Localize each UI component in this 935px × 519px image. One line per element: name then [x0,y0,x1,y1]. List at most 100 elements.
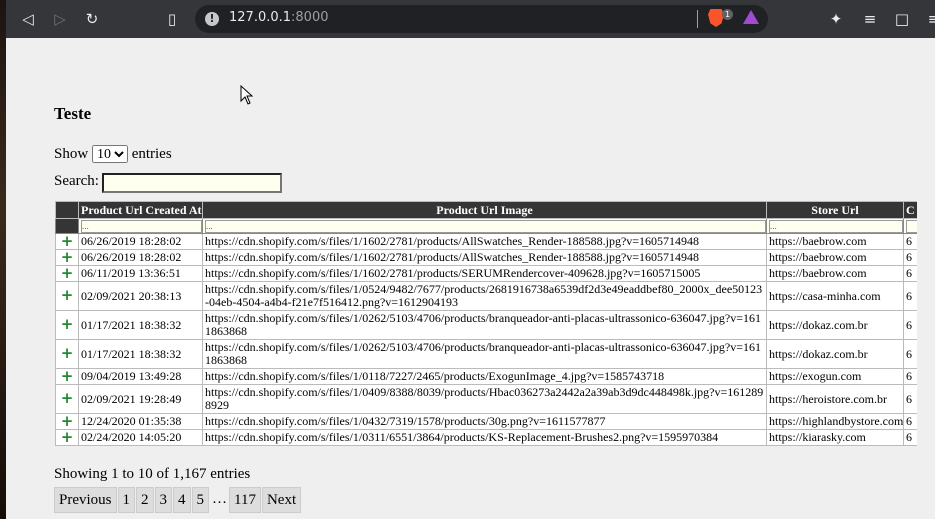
c-cell: 6 [903,265,917,282]
entries-per-page-select[interactable]: 10 [91,145,128,163]
expand-plus-icon[interactable]: + [60,317,74,332]
data-table-wrapper: Product Url Created At Product Url Image… [55,201,917,464]
extensions-icon[interactable]: ✦ [826,9,846,29]
browser-toolbar: ◁ ▷ ↻ ▯ ! 127.0.0.1:8000 1 ✦ ≡ □ ≡ [0,0,935,38]
table-row: + 06/26/2019 18:28:02 https://cdn.shopif… [55,249,917,266]
expand-cell[interactable]: + [55,339,79,369]
store-url-cell: https://highlandbystore.com [766,413,904,430]
column-header-created-at[interactable]: Product Url Created At [78,201,203,219]
expand-plus-icon[interactable]: + [60,267,74,281]
url-text[interactable]: 127.0.0.1:8000 [229,10,329,25]
image-url-cell: https://cdn.shopify.com/s/files/1/1602/2… [202,265,767,282]
data-table: Product Url Created At Product Url Image… [55,201,917,446]
column-header-image[interactable]: Product Url Image [202,201,767,219]
table-row: + 02/09/2021 19:28:49 https://cdn.shopif… [55,384,917,414]
filter-cell-image[interactable]: ... [202,218,767,234]
address-bar[interactable]: ! 127.0.0.1:8000 [195,5,768,33]
created-at-cell: 02/24/2020 14:05:20 [78,429,203,446]
search-label: Search: [54,173,99,189]
c-cell: 6 [903,429,917,446]
filter-cell-control [55,218,79,234]
table-filter-row: ... ... ... [55,218,917,234]
expand-plus-icon[interactable]: + [60,391,74,406]
length-label: Show [54,146,89,162]
image-url-cell: https://cdn.shopify.com/s/files/1/0262/5… [202,339,767,369]
expand-cell[interactable]: + [55,429,79,446]
expand-cell[interactable]: + [55,281,79,311]
table-info: Showing 1 to 10 of 1,167 entries [54,466,251,482]
filter-input-image[interactable]: ... [205,219,766,233]
bookmark-icon[interactable]: ▯ [162,9,182,29]
c-cell: 6 [903,249,917,266]
image-url-cell: https://cdn.shopify.com/s/files/1/0118/7… [202,368,767,385]
table-row: + 06/26/2019 18:28:02 https://cdn.shopif… [55,233,917,250]
page-button-last[interactable]: 117 [229,487,261,513]
expand-plus-icon[interactable]: + [60,288,74,303]
previous-button[interactable]: Previous [54,487,117,513]
image-url-cell: https://cdn.shopify.com/s/files/1/0262/5… [202,310,767,340]
expand-cell[interactable]: + [55,249,79,266]
expand-cell[interactable]: + [55,265,79,282]
desktop-edge [0,0,6,519]
media-queue-icon[interactable]: ≡ [860,9,880,29]
brave-rewards-icon[interactable] [743,10,759,24]
expand-plus-icon[interactable]: + [60,251,74,265]
store-url-cell: https://heroistore.com.br [766,384,904,414]
pagination-ellipsis: … [212,491,227,507]
created-at-cell: 06/26/2019 18:28:02 [78,249,203,266]
table-row: + 01/17/2021 18:38:32 https://cdn.shopif… [55,339,917,369]
menu-icon[interactable]: ≡ [924,9,935,29]
expand-cell[interactable]: + [55,310,79,340]
url-port: :8000 [291,10,329,25]
column-header-store-url[interactable]: Store Url [766,201,904,219]
table-header-row: Product Url Created At Product Url Image… [55,201,917,219]
created-at-cell: 06/26/2019 18:28:02 [78,233,203,250]
expand-plus-icon[interactable]: + [60,370,74,384]
expand-plus-icon[interactable]: + [60,346,74,361]
filter-cell-c[interactable] [903,218,917,234]
store-url-cell: https://baebrow.com [766,233,904,250]
created-at-cell: 12/24/2020 01:35:38 [78,413,203,430]
filter-input-created-at[interactable]: ... [81,219,202,233]
column-header-control [55,201,79,219]
page-button-1[interactable]: 1 [117,487,135,513]
wallet-icon[interactable]: □ [892,9,912,29]
c-cell: 6 [903,310,917,340]
page-button-2[interactable]: 2 [136,487,154,513]
store-url-cell: https://baebrow.com [766,265,904,282]
page-title: Teste [54,104,92,123]
filter-cell-created-at[interactable]: ... [78,218,203,234]
url-divider [697,10,698,28]
reload-icon[interactable]: ↻ [82,9,102,29]
expand-cell[interactable]: + [55,233,79,250]
c-cell: 6 [903,413,917,430]
expand-plus-icon[interactable]: + [60,415,74,429]
search-control: Search: [54,173,282,193]
page-button-3[interactable]: 3 [154,487,172,513]
expand-cell[interactable]: + [55,384,79,414]
filter-input-store-url[interactable]: ... [769,219,903,233]
expand-cell[interactable]: + [55,413,79,430]
back-icon[interactable]: ◁ [18,9,38,29]
table-row: + 09/04/2019 13:49:28 https://cdn.shopif… [55,368,917,385]
search-input[interactable] [102,173,282,193]
expand-plus-icon[interactable]: + [60,235,74,249]
filter-input-c[interactable] [906,219,917,233]
url-host: 127.0.0.1 [229,10,292,25]
created-at-cell: 09/04/2019 13:49:28 [78,368,203,385]
page-button-4[interactable]: 4 [173,487,191,513]
expand-cell[interactable]: + [55,368,79,385]
c-cell: 6 [903,384,917,414]
next-button[interactable]: Next [261,487,302,513]
image-url-cell: https://cdn.shopify.com/s/files/1/0524/9… [202,281,767,311]
image-url-cell: https://cdn.shopify.com/s/files/1/0432/7… [202,413,767,430]
image-url-cell: https://cdn.shopify.com/s/files/1/0311/6… [202,429,767,446]
forward-icon[interactable]: ▷ [50,9,70,29]
table-row: + 01/17/2021 18:38:32 https://cdn.shopif… [55,310,917,340]
page-button-5[interactable]: 5 [191,487,209,513]
table-row: + 06/11/2019 13:36:51 https://cdn.shopif… [55,265,917,282]
site-info-icon[interactable]: ! [205,12,219,26]
expand-plus-icon[interactable]: + [60,431,74,445]
column-header-c[interactable]: C [903,201,917,219]
filter-cell-store-url[interactable]: ... [766,218,904,234]
